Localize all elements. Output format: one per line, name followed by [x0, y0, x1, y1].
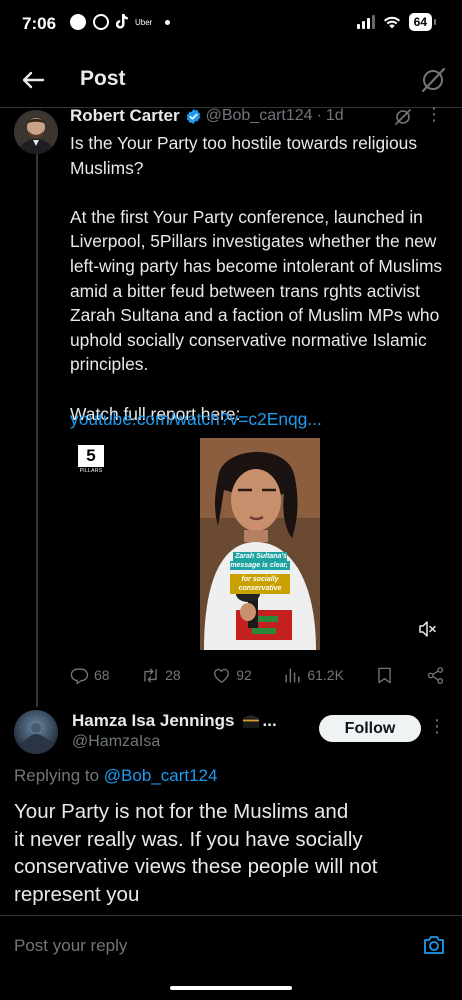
kaaba-emoji-icon — [242, 715, 259, 728]
replying-to: Replying to @Bob_cart124 — [14, 766, 217, 786]
bookmark-icon — [378, 667, 392, 683]
share-icon — [427, 666, 444, 684]
share-action[interactable] — [426, 666, 445, 685]
tweet-text: Is the Your Party too hostile towards re… — [70, 133, 443, 424]
page-title: Post — [80, 67, 126, 90]
video-media[interactable]: 5 PILLARS Zarah Sultana's message is cle… — [70, 437, 445, 650]
replying-to-prefix: Replying to — [14, 766, 104, 785]
battery-indicator: 64 — [408, 13, 437, 31]
reply-author-handle[interactable]: @HamzaIsa — [72, 733, 160, 751]
top-app-bar: Post — [0, 55, 462, 105]
tweet-actions: 68 28 92 61.2K — [70, 663, 445, 687]
logo-number: 5 — [78, 445, 104, 467]
reply-avatar[interactable] — [14, 710, 58, 754]
signal-icon — [356, 15, 375, 29]
home-indicator — [170, 986, 292, 990]
views-action[interactable]: 61.2K — [283, 666, 344, 685]
logo-text: PILLARS — [79, 468, 103, 474]
grok-icon[interactable] — [420, 67, 446, 93]
author-handle[interactable]: @Bob_cart124 — [206, 107, 313, 125]
follow-button[interactable]: Follow — [319, 715, 421, 742]
view-count: 61.2K — [307, 667, 344, 683]
video-frame-image — [200, 438, 320, 650]
back-arrow-icon[interactable] — [18, 65, 48, 95]
tiktok-icon — [116, 14, 128, 29]
notification-ring-icon — [93, 14, 109, 30]
author-name[interactable]: Robert Carter — [70, 106, 180, 126]
caption-line-2: for socially conservative — [230, 574, 290, 594]
status-bar: 7:06 Uber 64 — [0, 0, 462, 50]
camera-icon[interactable] — [422, 934, 446, 956]
video-caption: Zarah Sultana's message is clear, for so… — [230, 552, 290, 594]
repost-count: 28 — [165, 667, 181, 683]
reply-action[interactable]: 68 — [70, 666, 110, 685]
uber-icon: Uber — [135, 17, 153, 27]
youtube-link[interactable]: youtube.com/watch?v=c2Enqg... — [70, 409, 322, 430]
tweet-grok-icon[interactable] — [394, 108, 412, 126]
repost-action[interactable]: 28 — [141, 666, 181, 685]
name-truncation: ... — [262, 711, 277, 730]
avatar-image — [14, 110, 58, 154]
reply-input[interactable]: Post your reply — [14, 936, 127, 956]
verified-badge-icon — [186, 108, 200, 124]
meta-separator: · — [316, 107, 322, 124]
thread-connector-line — [36, 152, 38, 707]
reply-text: Your Party is not for the Muslims and it… — [14, 800, 378, 906]
messenger-icon — [70, 14, 86, 30]
like-count: 92 — [236, 667, 252, 683]
video-thumbnail[interactable]: Zarah Sultana's message is clear, for so… — [200, 438, 320, 650]
reply-header: Hamza Isa Jennings ... — [72, 711, 277, 731]
caption-line-1: Zarah Sultana's message is clear, — [230, 552, 290, 570]
reply-icon — [70, 667, 89, 684]
mute-icon[interactable] — [417, 619, 437, 639]
notification-icons: Uber — [70, 14, 171, 30]
status-time: 7:06 — [22, 14, 57, 33]
more-notifications-dot — [165, 19, 171, 25]
post-age: 1d — [325, 107, 344, 124]
system-status: 64 — [356, 13, 437, 31]
bookmark-action[interactable] — [375, 666, 394, 685]
replying-to-mention[interactable]: @Bob_cart124 — [104, 766, 218, 785]
reply-count: 68 — [94, 667, 110, 683]
reply-more-menu[interactable]: ⋮ — [428, 716, 446, 737]
5pillars-logo: 5 PILLARS — [78, 445, 104, 474]
like-action[interactable]: 92 — [212, 666, 252, 685]
compose-divider — [0, 915, 462, 916]
repost-icon — [144, 667, 157, 683]
reply-author-name[interactable]: Hamza Isa Jennings — [72, 711, 235, 731]
like-icon — [214, 668, 230, 683]
views-icon — [285, 667, 300, 683]
wifi-icon — [383, 16, 400, 29]
avatar[interactable] — [14, 110, 58, 154]
tweet-more-menu[interactable]: ⋮ — [425, 104, 443, 125]
reply-avatar-image — [14, 710, 58, 754]
